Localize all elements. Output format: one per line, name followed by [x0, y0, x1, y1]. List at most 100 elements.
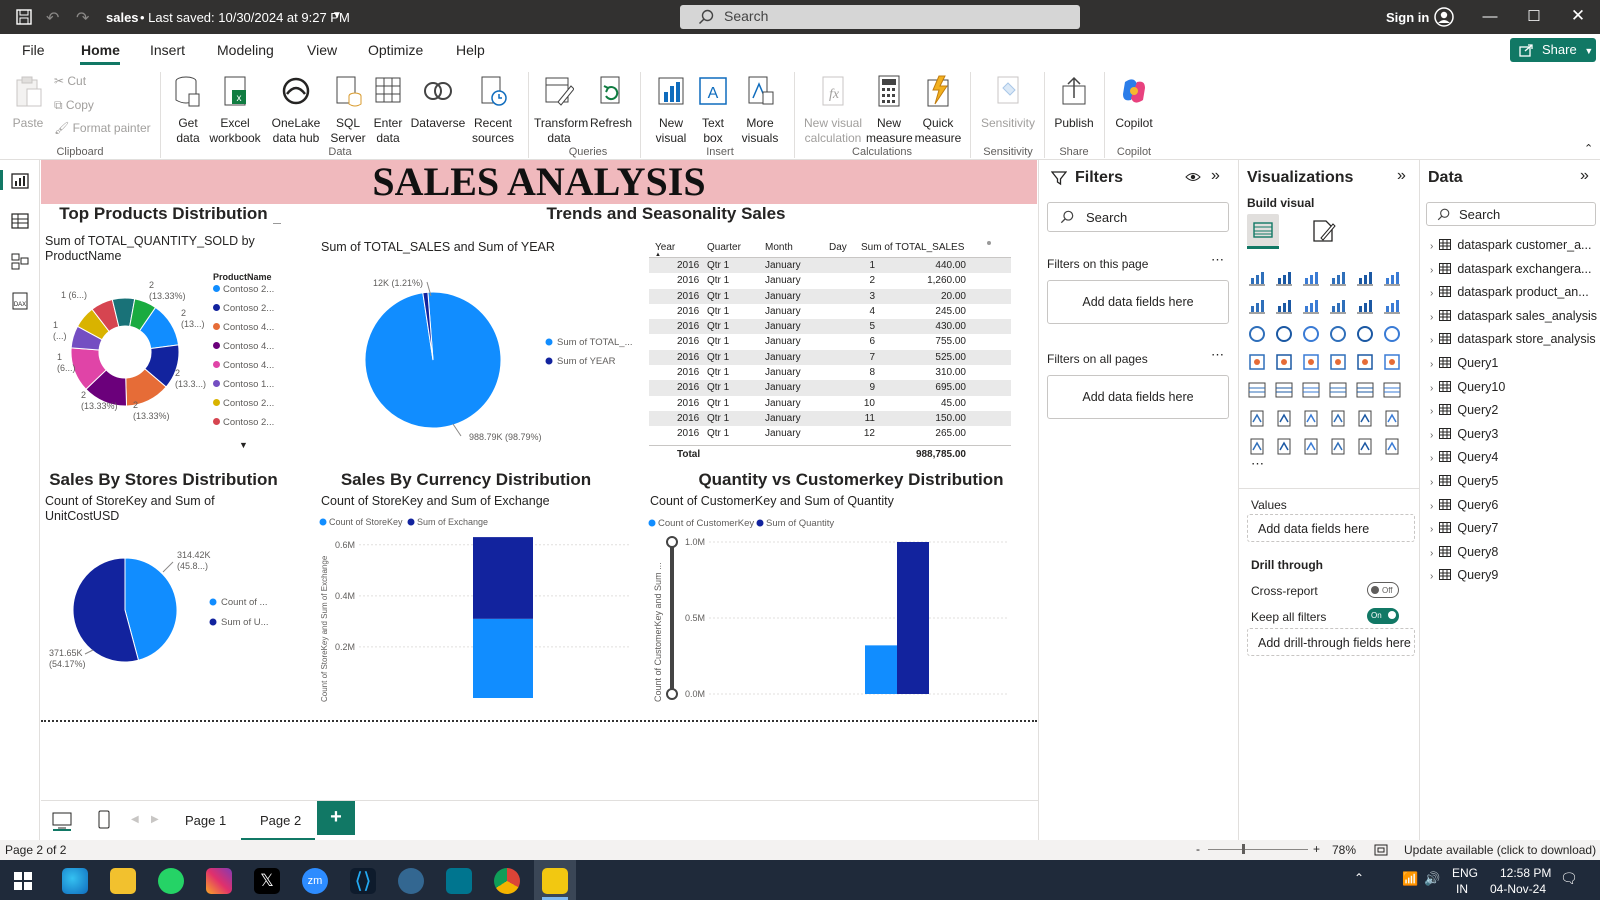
dax-view-icon[interactable]: DAX: [10, 292, 30, 310]
table-row[interactable]: 2016 Qtr 1 January 2 1,260.00: [649, 273, 1011, 289]
power-apps-icon[interactable]: [1274, 436, 1294, 456]
data-table-item[interactable]: › dataspark store_analysis: [1430, 332, 1596, 346]
r-script-icon[interactable]: [1382, 380, 1402, 400]
data-table-item[interactable]: › dataspark exchangera...: [1430, 262, 1591, 276]
cross-report-toggle[interactable]: Off: [1367, 582, 1399, 598]
legend-item[interactable]: Contoso 2...: [213, 398, 287, 417]
report-view-icon[interactable]: [10, 172, 30, 190]
table-row[interactable]: 2016 Qtr 1 January 1 440.00: [649, 258, 1011, 274]
pie-icon[interactable]: [1328, 324, 1348, 344]
expand-chevron-icon[interactable]: ›: [1430, 453, 1433, 464]
table-icon[interactable]: [1328, 380, 1348, 400]
data-table-item[interactable]: › Query8: [1430, 545, 1498, 559]
legend-item[interactable]: Contoso 2...: [213, 417, 287, 436]
zoom-out-icon[interactable]: -: [1196, 842, 1200, 856]
expand-chevron-icon[interactable]: ›: [1430, 241, 1433, 252]
avatar-icon[interactable]: [1434, 7, 1454, 27]
table-row[interactable]: 2016 Qtr 1 January 11 150.00: [649, 410, 1011, 427]
model-view-icon[interactable]: [10, 252, 30, 270]
treemap-icon[interactable]: [1382, 324, 1402, 344]
qa-icon[interactable]: [1328, 408, 1348, 428]
new-measure-button[interactable]: New measure: [866, 74, 913, 146]
column-header[interactable]: Month: [765, 242, 793, 253]
line-clustered-column-icon[interactable]: [1355, 296, 1375, 316]
line-stacked-column-icon[interactable]: [1328, 296, 1348, 316]
slicer-icon[interactable]: [1301, 380, 1321, 400]
table-row[interactable]: 2016 Qtr 1 January 4 245.00: [649, 303, 1011, 320]
currency-bar-chart[interactable]: Count of StoreKey Sum of Exchange 0.6M 0.4M…: [319, 512, 639, 712]
narrative-icon[interactable]: [1355, 408, 1375, 428]
collapse-data-icon[interactable]: »: [1580, 167, 1589, 185]
expand-chevron-icon[interactable]: ›: [1430, 571, 1433, 582]
new-visual-calc-button[interactable]: fx New visual calculation: [802, 74, 864, 146]
data-table-item[interactable]: › dataspark product_an...: [1430, 285, 1589, 299]
quantity-bar-chart[interactable]: Count of CustomerKey Sum of Quantity 1.0M 0…: [647, 512, 1017, 712]
mobile-layout-icon[interactable]: [97, 810, 111, 830]
100-bar-icon[interactable]: [1355, 268, 1375, 288]
last-saved[interactable]: • Last saved: 10/30/2024 at 9:27 PM: [140, 10, 350, 25]
file-explorer-icon[interactable]: [110, 868, 136, 894]
more-visuals-button[interactable]: More visuals: [738, 74, 782, 146]
expand-chevron-icon[interactable]: ›: [1430, 548, 1433, 559]
whatsapp-icon[interactable]: [158, 868, 184, 894]
data-table-item[interactable]: › Query3: [1430, 427, 1498, 441]
more-options-icon[interactable]: ⋯: [1211, 252, 1224, 268]
data-table-item[interactable]: › dataspark sales_analysis: [1430, 309, 1597, 323]
arcgis-icon[interactable]: [1328, 436, 1348, 456]
quick-measure-button[interactable]: Quick measure: [914, 74, 962, 146]
goals-icon[interactable]: [1382, 408, 1402, 428]
file-name[interactable]: sales: [106, 10, 139, 25]
funnel-icon[interactable]: [1274, 324, 1294, 344]
menu-modeling[interactable]: Modeling: [217, 42, 274, 58]
desktop-layout-icon[interactable]: [51, 811, 73, 831]
line-icon[interactable]: [1247, 296, 1267, 316]
filters-page-dropzone[interactable]: Add data fields here: [1047, 280, 1229, 324]
maximize-icon[interactable]: ☐: [1524, 7, 1544, 25]
donut-icon[interactable]: [1355, 324, 1375, 344]
data-table-item[interactable]: › Query1: [1430, 356, 1498, 370]
more-visuals-icon[interactable]: ⋯: [1251, 456, 1264, 472]
table-row[interactable]: 2016 Qtr 1 January 9 695.00: [649, 380, 1011, 396]
paste-button[interactable]: Paste: [10, 74, 46, 131]
expand-chevron-icon[interactable]: ›: [1430, 359, 1433, 370]
expand-chevron-icon[interactable]: ›: [1430, 524, 1433, 535]
undo-icon[interactable]: ↶: [46, 8, 59, 28]
table-row[interactable]: 2016 Qtr 1 January 10 45.00: [649, 395, 1011, 411]
update-available-link[interactable]: Update available (click to download): [1404, 843, 1596, 857]
lang-in[interactable]: IN: [1456, 882, 1468, 896]
paginated-icon[interactable]: [1247, 436, 1267, 456]
windows-start-icon[interactable]: [14, 872, 32, 890]
edge-icon[interactable]: [62, 868, 88, 894]
menu-file[interactable]: File: [22, 42, 45, 58]
drillthrough-dropzone[interactable]: Add drill-through fields here: [1247, 628, 1415, 656]
lang-eng[interactable]: ENG: [1452, 866, 1478, 880]
table-view-icon[interactable]: [10, 212, 30, 230]
data-table-item[interactable]: › Query6: [1430, 498, 1498, 512]
legend-item[interactable]: Contoso 4...: [213, 322, 287, 341]
table-row[interactable]: 2016 Qtr 1 January 5 430.00: [649, 319, 1011, 335]
sensitivity-button[interactable]: Sensitivity: [978, 74, 1038, 131]
text-box-button[interactable]: A Text box: [696, 74, 730, 146]
stacked-area-icon[interactable]: [1301, 296, 1321, 316]
zoom-app-icon[interactable]: zm: [302, 868, 328, 894]
multi-row-card-icon[interactable]: [1247, 380, 1267, 400]
data-table-item[interactable]: › Query9: [1430, 568, 1498, 582]
redo-icon[interactable]: ↷: [76, 8, 89, 28]
sales-table[interactable]: Year Quarter Month Day Sum of TOTAL_SALES ▲ 20…: [649, 240, 1011, 463]
publish-button[interactable]: Publish: [1052, 74, 1096, 131]
decomposition-tree-icon[interactable]: [1301, 408, 1321, 428]
expand-chevron-icon[interactable]: ›: [1430, 335, 1433, 346]
menu-insert[interactable]: Insert: [150, 42, 185, 58]
onelake-button[interactable]: OneLake data hub: [268, 74, 324, 146]
collapse-viz-icon[interactable]: »: [1397, 167, 1406, 185]
save-icon[interactable]: [16, 9, 32, 25]
metrics-icon[interactable]: [1382, 436, 1402, 456]
map-icon[interactable]: [1247, 352, 1267, 372]
azure-map-icon[interactable]: [1328, 352, 1348, 372]
filled-map-icon[interactable]: [1274, 352, 1294, 372]
notification-icon[interactable]: 🗨: [1560, 870, 1578, 887]
network-icon[interactable]: 📶: [1402, 871, 1418, 887]
data-table-item[interactable]: › Query2: [1430, 403, 1498, 417]
share-button[interactable]: Share ▼: [1510, 38, 1596, 62]
fit-page-icon[interactable]: [1374, 844, 1388, 856]
